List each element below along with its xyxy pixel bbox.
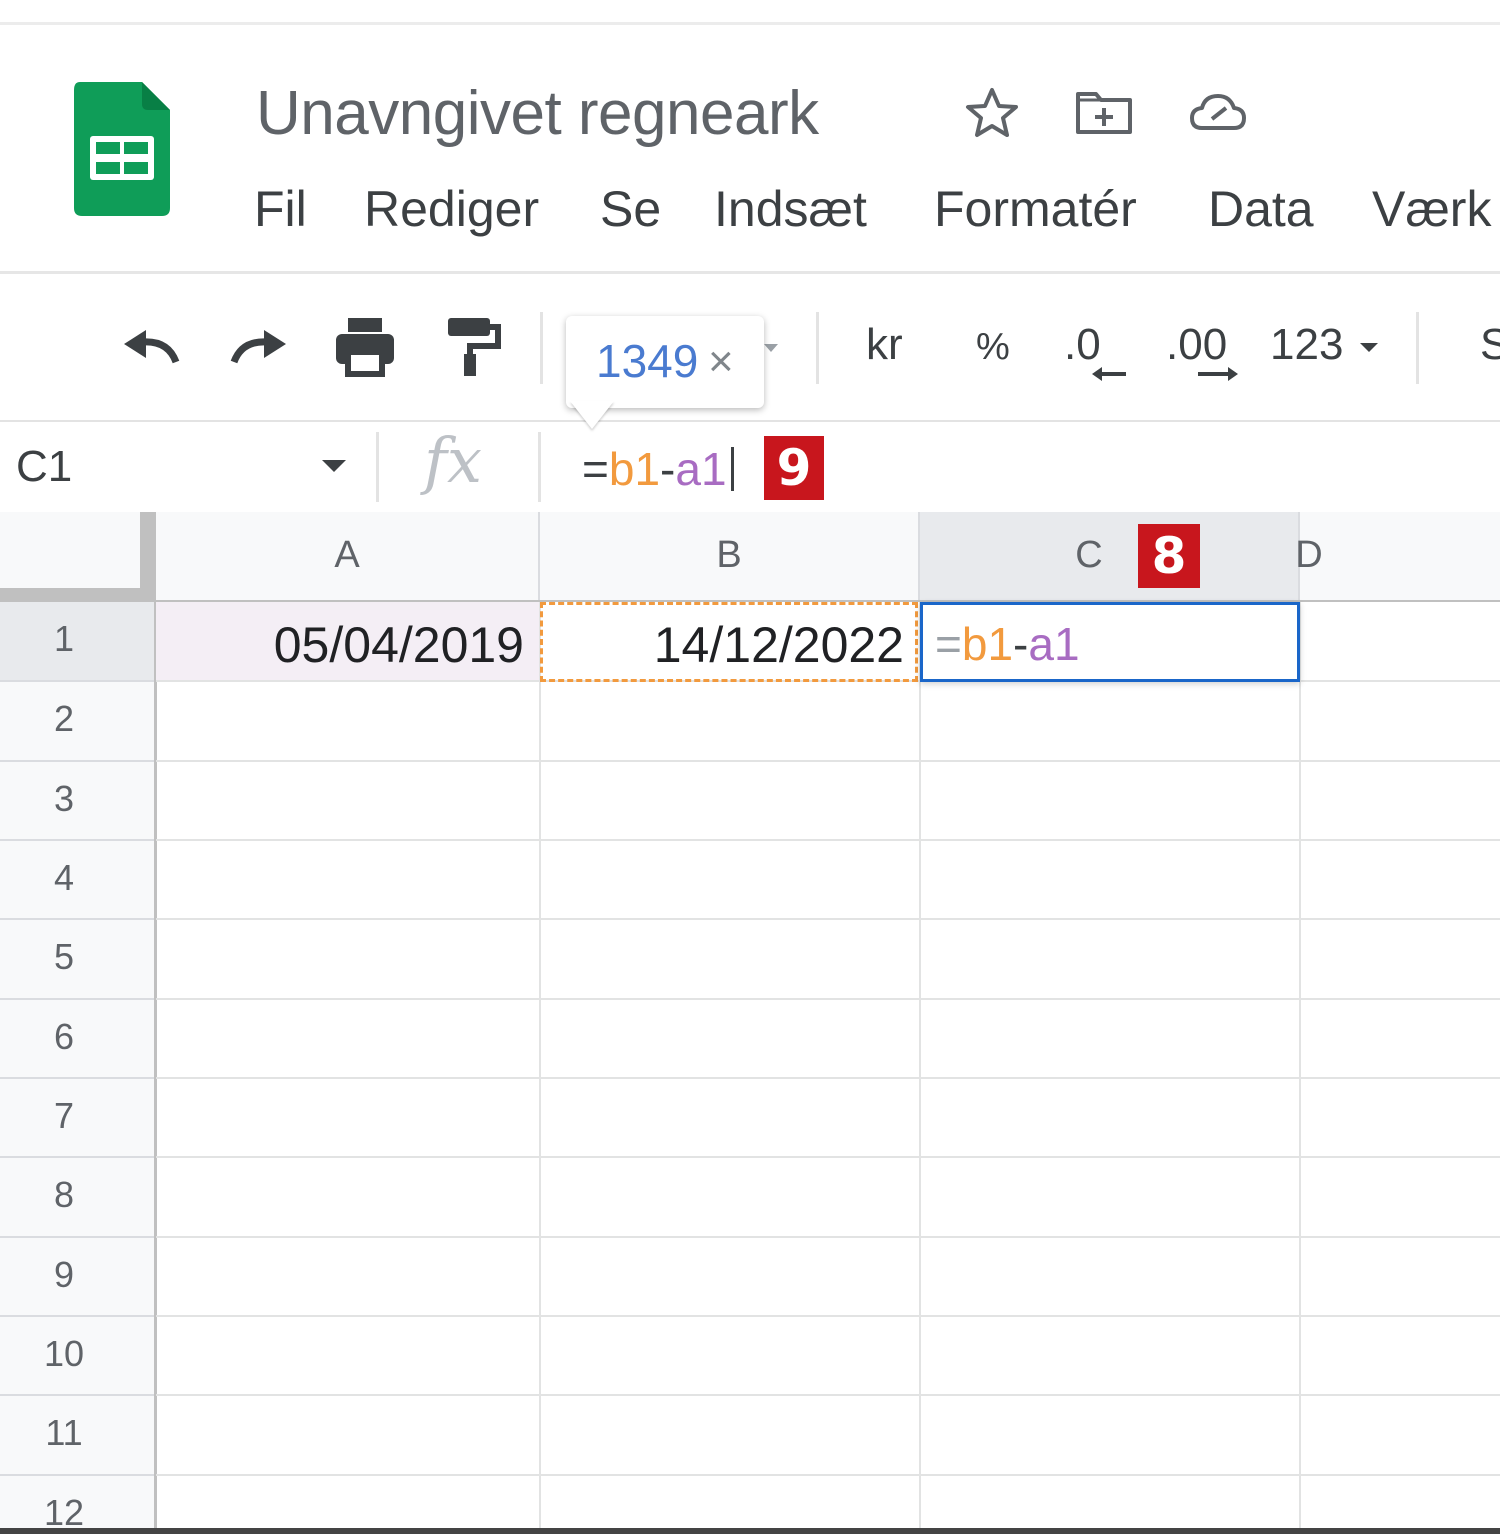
text-cursor <box>730 447 734 491</box>
cell-b1[interactable]: 14/12/2022 <box>544 616 904 674</box>
row-label: 4 <box>53 857 75 898</box>
formula-operator: - <box>1013 618 1029 670</box>
menu-view[interactable]: Se <box>600 180 661 238</box>
column-header-c[interactable]: C <box>920 512 1300 602</box>
move-to-folder-icon[interactable] <box>1074 84 1134 140</box>
more-formats-button[interactable]: 123 <box>1270 320 1343 370</box>
column-header-b[interactable]: B <box>540 512 920 602</box>
percent-format-button[interactable]: % <box>976 326 1010 369</box>
spreadsheet-grid: A B C D 8 1 2 3 4 5 6 7 8 9 10 11 12 05/… <box>0 512 1500 1534</box>
menu-edit[interactable]: Rediger <box>364 180 539 238</box>
formula-ref-a1: a1 <box>675 443 727 495</box>
toolbar-divider <box>540 312 543 384</box>
tooltip-value: 1349 <box>596 335 699 387</box>
row-header-1[interactable]: 1 <box>0 602 156 682</box>
menu-file[interactable]: Fil <box>254 180 307 238</box>
column-label: D <box>1295 534 1323 576</box>
formula-equals: = <box>935 618 962 670</box>
name-box[interactable]: C1 <box>16 442 72 492</box>
column-header-a[interactable]: A <box>156 512 540 602</box>
formula-bar-top-border <box>0 420 1500 422</box>
decrease-decimals-button[interactable]: .0 <box>1064 320 1101 370</box>
row-header-5[interactable]: 5 <box>0 920 156 1000</box>
row-label: 7 <box>53 1095 75 1136</box>
paint-format-icon[interactable] <box>436 312 506 382</box>
window-bottom-border <box>0 1528 1500 1534</box>
row-label: 6 <box>53 1016 75 1057</box>
row-header-10[interactable]: 10 <box>0 1317 156 1396</box>
row-label: 1 <box>53 618 75 659</box>
row-header-12[interactable]: 12 <box>0 1476 156 1534</box>
formula-bar-divider <box>538 432 541 502</box>
formula-ref-a1: a1 <box>1028 618 1080 670</box>
formula-equals: = <box>582 443 609 495</box>
currency-format-button[interactable]: kr <box>866 320 903 370</box>
column-label: C <box>1075 534 1103 576</box>
gridline <box>1299 602 1301 1534</box>
formula-operator: - <box>660 443 676 495</box>
tooltip-pointer <box>570 401 614 429</box>
column-label: A <box>334 534 360 576</box>
row-header-7[interactable]: 7 <box>0 1079 156 1158</box>
cloud-status-icon[interactable] <box>1188 84 1248 140</box>
name-box-caret-icon[interactable] <box>322 460 346 472</box>
sheets-logo-icon[interactable] <box>74 82 170 216</box>
print-icon[interactable] <box>330 312 400 382</box>
formula-ref-b1: b1 <box>608 443 661 495</box>
header-divider <box>0 271 1500 274</box>
row-label: 5 <box>53 936 75 977</box>
increase-decimals-button[interactable]: .00 <box>1166 320 1227 370</box>
font-select-clipped[interactable]: S <box>1480 320 1500 370</box>
formula-bar-divider <box>376 432 379 502</box>
menu-format[interactable]: Formatér <box>934 180 1137 238</box>
row-header-9[interactable]: 9 <box>0 1238 156 1317</box>
window-top-border <box>0 22 1500 25</box>
column-header-d[interactable]: D <box>1295 512 1500 602</box>
row-label: 11 <box>45 1412 83 1453</box>
cell-c1-editor[interactable]: =b1-a1 <box>935 617 1080 671</box>
cell-c1-active[interactable]: =b1-a1 <box>920 602 1300 682</box>
step-badge-column-c: 8 <box>1138 524 1200 588</box>
row-header-3[interactable]: 3 <box>0 762 156 841</box>
arrow-left-icon <box>1092 367 1126 381</box>
menu-insert[interactable]: Indsæt <box>714 180 867 238</box>
arrow-right-icon <box>1198 367 1238 381</box>
row-label: 9 <box>53 1254 75 1295</box>
fx-icon: fx <box>424 424 482 497</box>
star-icon[interactable] <box>962 84 1022 140</box>
row-label: 8 <box>53 1174 75 1215</box>
row-header-11[interactable]: 11 <box>0 1396 156 1476</box>
row-header-2[interactable]: 2 <box>0 682 156 762</box>
redo-icon[interactable] <box>224 312 294 382</box>
formula-input[interactable]: =b1-a1 <box>582 442 734 496</box>
undo-icon[interactable] <box>116 312 186 382</box>
row-label: 3 <box>53 778 75 819</box>
formula-ref-b1: b1 <box>961 618 1014 670</box>
tooltip-close-button[interactable]: × <box>708 340 734 384</box>
row-header-4[interactable]: 4 <box>0 841 156 920</box>
row-label: 2 <box>53 698 75 739</box>
gridline <box>919 602 921 1534</box>
toolbar-divider <box>816 312 819 384</box>
document-title[interactable]: Unavngivet regneark <box>256 78 819 149</box>
cell-a1[interactable]: 05/04/2019 <box>160 616 524 674</box>
formula-result-tooltip: 1349 × <box>566 316 764 408</box>
menu-tools[interactable]: Værk <box>1372 180 1491 238</box>
step-badge-formula: 9 <box>764 436 824 500</box>
toolbar-divider <box>1416 312 1419 384</box>
chevron-down-icon[interactable] <box>1354 332 1384 362</box>
frozen-row-handle[interactable] <box>0 588 156 602</box>
row-label: 12 <box>43 1492 85 1533</box>
column-label: B <box>716 534 742 576</box>
menu-data[interactable]: Data <box>1208 180 1314 238</box>
gridline <box>539 602 541 1534</box>
row-label: 10 <box>43 1333 85 1374</box>
row-header-6[interactable]: 6 <box>0 1000 156 1079</box>
row-header-8[interactable]: 8 <box>0 1158 156 1238</box>
